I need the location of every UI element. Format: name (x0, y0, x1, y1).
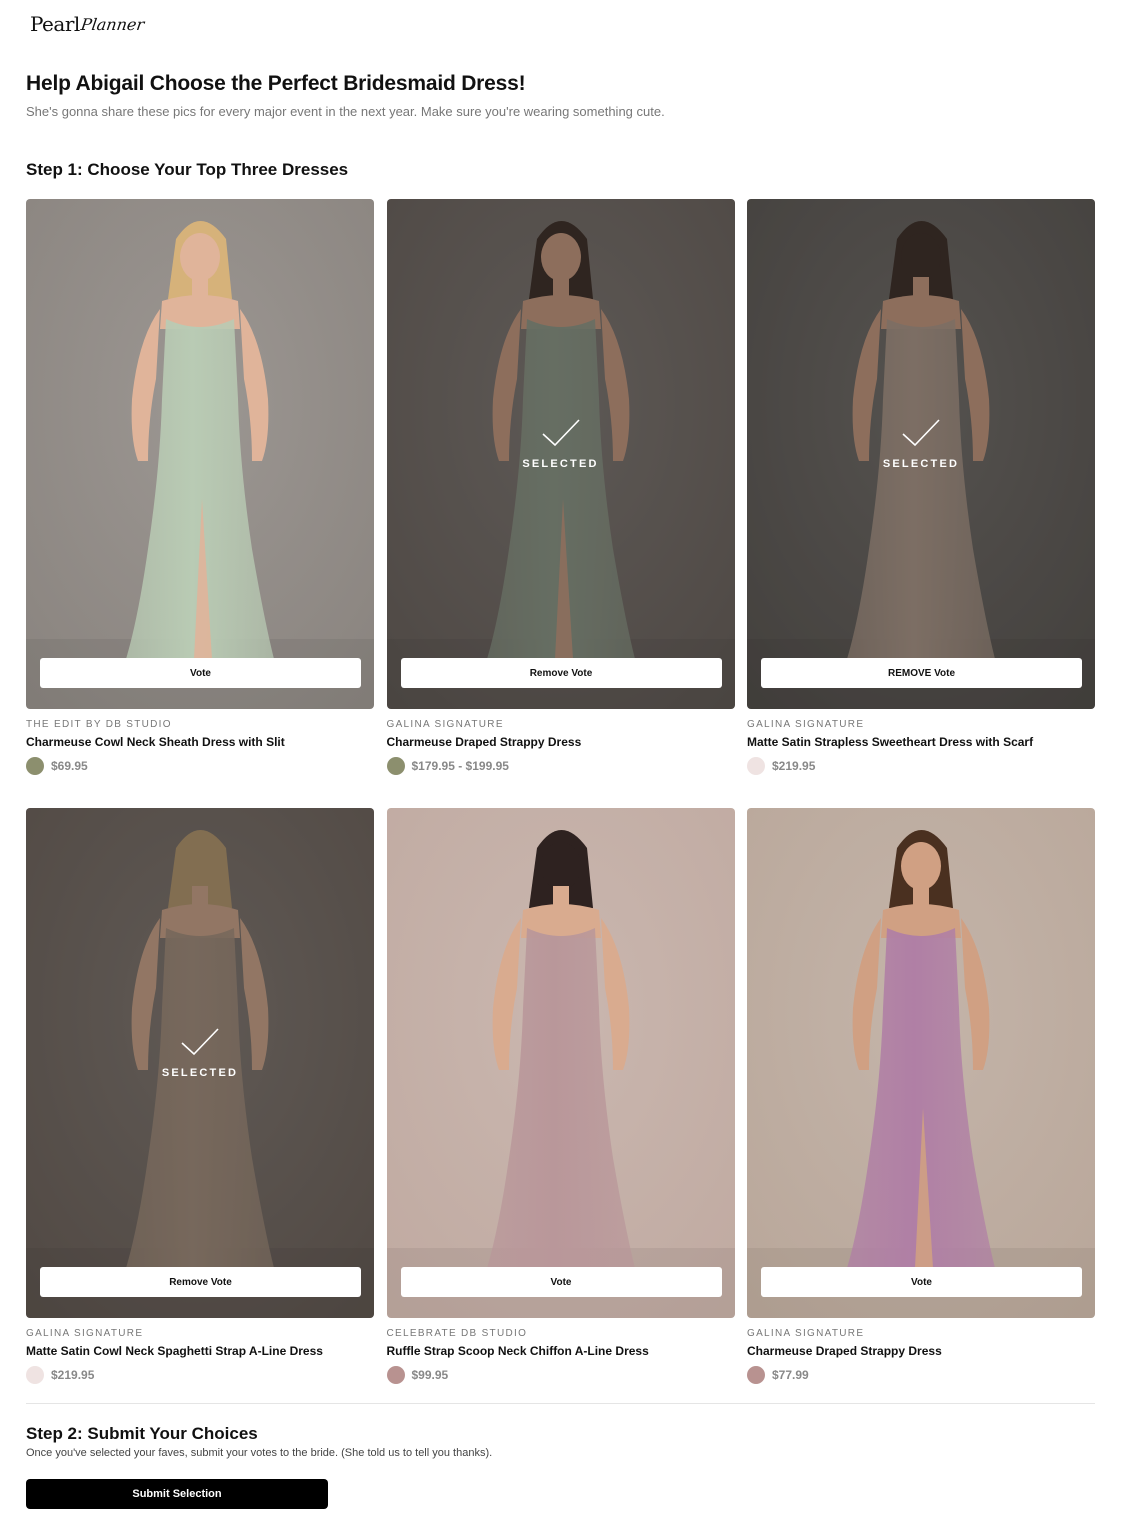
vote-button[interactable]: Vote (40, 658, 361, 688)
dress-price: $179.95 - $199.95 (411, 759, 509, 773)
step1-title: Step 1: Choose Your Top Three Dresses (26, 160, 349, 179)
dress-brand: GALINA SIGNATURE (747, 1328, 865, 1339)
dress-photo[interactable]: SELECTED REMOVE Vote (747, 199, 1095, 709)
color-swatch[interactable] (747, 1366, 765, 1384)
price-row: $69.95 (26, 757, 374, 775)
dress-card: SELECTED Remove Vote GALINA SIGNATURE Matte… (26, 808, 374, 1417)
dress-photo[interactable]: SELECTED Remove Vote (26, 808, 374, 1318)
dress-card: SELECTED REMOVE Vote GALINA SIGNATURE Matte… (747, 199, 1095, 808)
dress-brand: THE EDIT BY DB STUDIO (26, 719, 172, 730)
selected-overlay: SELECTED (747, 199, 1095, 709)
price-row: $219.95 (26, 1366, 374, 1384)
dress-price: $99.95 (411, 1368, 449, 1382)
step2-title: Step 2: Submit Your Choices (26, 1424, 258, 1443)
logo-text-planner: Planner (79, 14, 146, 34)
dress-name[interactable]: Charmeuse Cowl Neck Sheath Dress with Sl… (26, 735, 374, 749)
dress-brand: CELEBRATE DB STUDIO (386, 1328, 528, 1339)
dress-grid: Vote THE EDIT BY DB STUDIO Charmeuse Cowl … (26, 199, 1095, 1417)
submit-selection-button[interactable]: Submit Selection (26, 1479, 328, 1509)
dress-price: $219.95 (772, 759, 816, 773)
color-swatch[interactable] (26, 1366, 44, 1384)
dress-name[interactable]: Matte Satin Strapless Sweetheart Dress w… (747, 735, 1095, 749)
dress-photo[interactable]: SELECTED Remove Vote (386, 199, 735, 709)
dress-brand: GALINA SIGNATURE (386, 719, 504, 730)
price-row: $77.99 (747, 1366, 1095, 1384)
color-swatch[interactable] (386, 1366, 405, 1384)
dress-price: $69.95 (51, 759, 88, 773)
checkmark-icon (902, 419, 940, 447)
remove-vote-button[interactable]: Remove Vote (40, 1267, 361, 1297)
remove-vote-button[interactable]: Remove Vote (400, 658, 722, 688)
step2-subtitle: Once you've selected your faves, submit … (26, 1447, 493, 1459)
page-subtitle: She's gonna share these pics for every m… (26, 104, 665, 119)
dress-brand: GALINA SIGNATURE (747, 719, 865, 730)
dress-photo[interactable]: Vote (747, 808, 1095, 1318)
vote-button[interactable]: Vote (400, 1267, 722, 1297)
color-swatch[interactable] (747, 757, 765, 775)
vote-button[interactable]: Vote (761, 1267, 1082, 1297)
page-title: Help Abigail Choose the Perfect Bridesma… (26, 72, 526, 95)
dress-price: $219.95 (51, 1368, 95, 1382)
selected-overlay: SELECTED (386, 199, 735, 709)
dress-name[interactable]: Ruffle Strap Scoop Neck Chiffon A-Line D… (387, 1344, 735, 1358)
logo-text-pearl: Pearl (30, 12, 80, 36)
color-swatch[interactable] (386, 757, 405, 775)
dress-price: $77.99 (772, 1368, 809, 1382)
color-swatch[interactable] (26, 757, 44, 775)
dress-brand: GALINA SIGNATURE (26, 1328, 144, 1339)
price-row: $179.95 - $199.95 (386, 757, 735, 775)
selected-label: SELECTED (161, 1067, 239, 1079)
section-divider (26, 1403, 1095, 1404)
price-row: $99.95 (386, 1366, 735, 1384)
selected-label: SELECTED (882, 458, 960, 470)
dress-name[interactable]: Matte Satin Cowl Neck Spaghetti Strap A-… (26, 1344, 374, 1358)
price-row: $219.95 (747, 757, 1095, 775)
checkmark-icon (181, 1028, 219, 1056)
dress-name[interactable]: Charmeuse Draped Strappy Dress (387, 735, 735, 749)
dress-name[interactable]: Charmeuse Draped Strappy Dress (747, 1344, 1095, 1358)
pearl-planner-logo[interactable]: Pearl Planner (30, 4, 146, 44)
dress-photo[interactable]: Vote (386, 808, 735, 1318)
checkmark-icon (541, 419, 580, 447)
remove-vote-button[interactable]: REMOVE Vote (761, 658, 1082, 688)
selected-label: SELECTED (522, 458, 599, 470)
dress-card: Vote GALINA SIGNATURE Charmeuse Draped Str… (747, 808, 1095, 1417)
dress-card: Vote CELEBRATE DB STUDIO Ruffle Strap Scoo… (386, 808, 735, 1417)
dress-card: Vote THE EDIT BY DB STUDIO Charmeuse Cowl … (26, 199, 374, 808)
dress-card: SELECTED Remove Vote GALINA SIGNATURE Charm… (386, 199, 735, 808)
dress-photo[interactable]: Vote (26, 199, 374, 709)
selected-overlay: SELECTED (26, 808, 374, 1318)
